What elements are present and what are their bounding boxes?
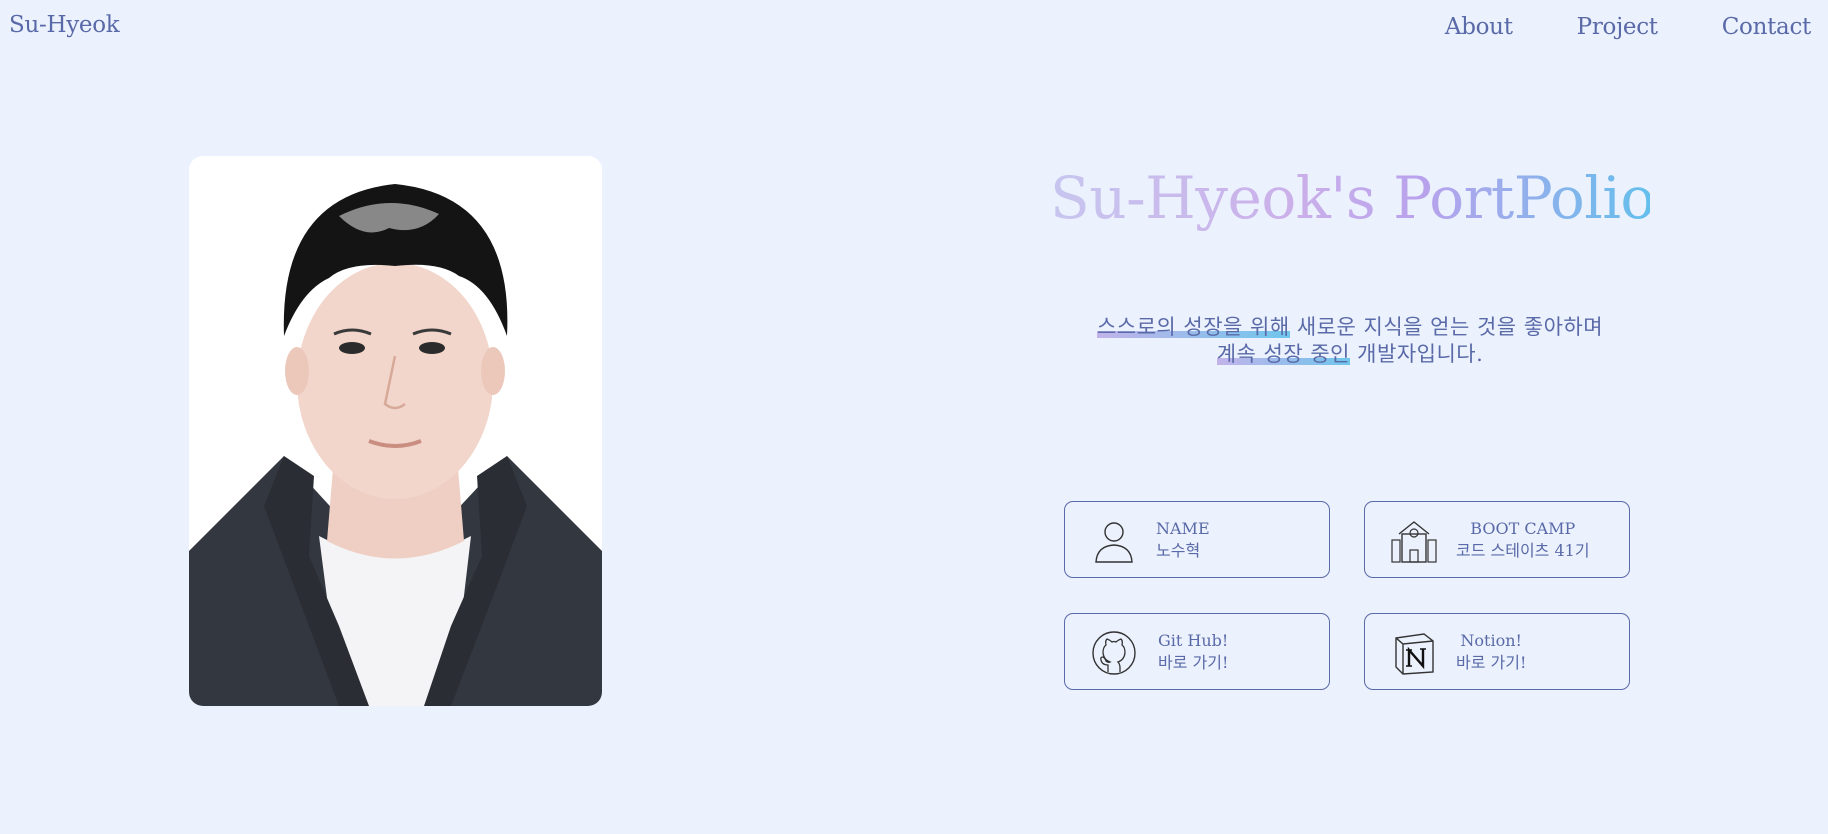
card-github-value: 바로 가기! xyxy=(1158,653,1229,672)
intro-highlight-1: 스스로의 성장을 위해 xyxy=(1096,315,1290,339)
intro-line-2: 계속 성장 중인 개발자입니다. xyxy=(1030,341,1670,368)
card-github-text: Git Hub! 바로 가기! xyxy=(1158,630,1228,674)
intro-rest-2: 개발자입니다. xyxy=(1350,342,1484,366)
card-notion-value: 바로 가기! xyxy=(1456,653,1527,672)
page-title: Su-Hyeok's PortPolio xyxy=(1050,164,1655,232)
intro-text: 스스로의 성장을 위해 새로운 지식을 얻는 것을 좋아하며 계속 성장 중인 … xyxy=(1030,314,1670,368)
card-bootcamp: BOOT CAMP 코드 스테이츠 41기 xyxy=(1364,501,1630,578)
github-link-card[interactable]: Git Hub! 바로 가기! xyxy=(1064,613,1330,690)
notion-link-card[interactable]: Notion! 바로 가기! xyxy=(1364,613,1630,690)
card-bootcamp-value: 코드 스테이츠 41기 xyxy=(1456,541,1590,560)
github-icon xyxy=(1092,631,1136,675)
intro-highlight-2: 계속 성장 중인 xyxy=(1216,342,1350,366)
card-name: NAME 노수혁 xyxy=(1064,501,1330,578)
nav-contact[interactable]: Contact xyxy=(1722,14,1812,40)
school-icon xyxy=(1391,521,1437,563)
card-bootcamp-text: BOOT CAMP 코드 스테이츠 41기 xyxy=(1456,518,1590,562)
card-name-title: NAME xyxy=(1156,519,1210,538)
nav-about[interactable]: About xyxy=(1445,14,1513,40)
notion-icon xyxy=(1395,633,1434,675)
intro-rest-1: 새로운 지식을 얻는 것을 좋아하며 xyxy=(1289,315,1604,339)
card-name-value: 노수혁 xyxy=(1156,541,1201,560)
card-notion-text: Notion! 바로 가기! xyxy=(1456,630,1526,674)
card-github-title: Git Hub! xyxy=(1158,631,1229,650)
card-notion-title: Notion! xyxy=(1460,631,1522,650)
profile-photo xyxy=(189,156,602,706)
person-icon xyxy=(1095,522,1133,563)
card-name-text: NAME 노수혁 xyxy=(1156,518,1210,562)
intro-line-1: 스스로의 성장을 위해 새로운 지식을 얻는 것을 좋아하며 xyxy=(1030,314,1670,341)
nav-project[interactable]: Project xyxy=(1577,14,1658,40)
card-bootcamp-title: BOOT CAMP xyxy=(1470,519,1576,538)
top-nav: About Project Contact xyxy=(1445,14,1811,40)
brand-logo[interactable]: Su-Hyeok xyxy=(9,12,120,38)
